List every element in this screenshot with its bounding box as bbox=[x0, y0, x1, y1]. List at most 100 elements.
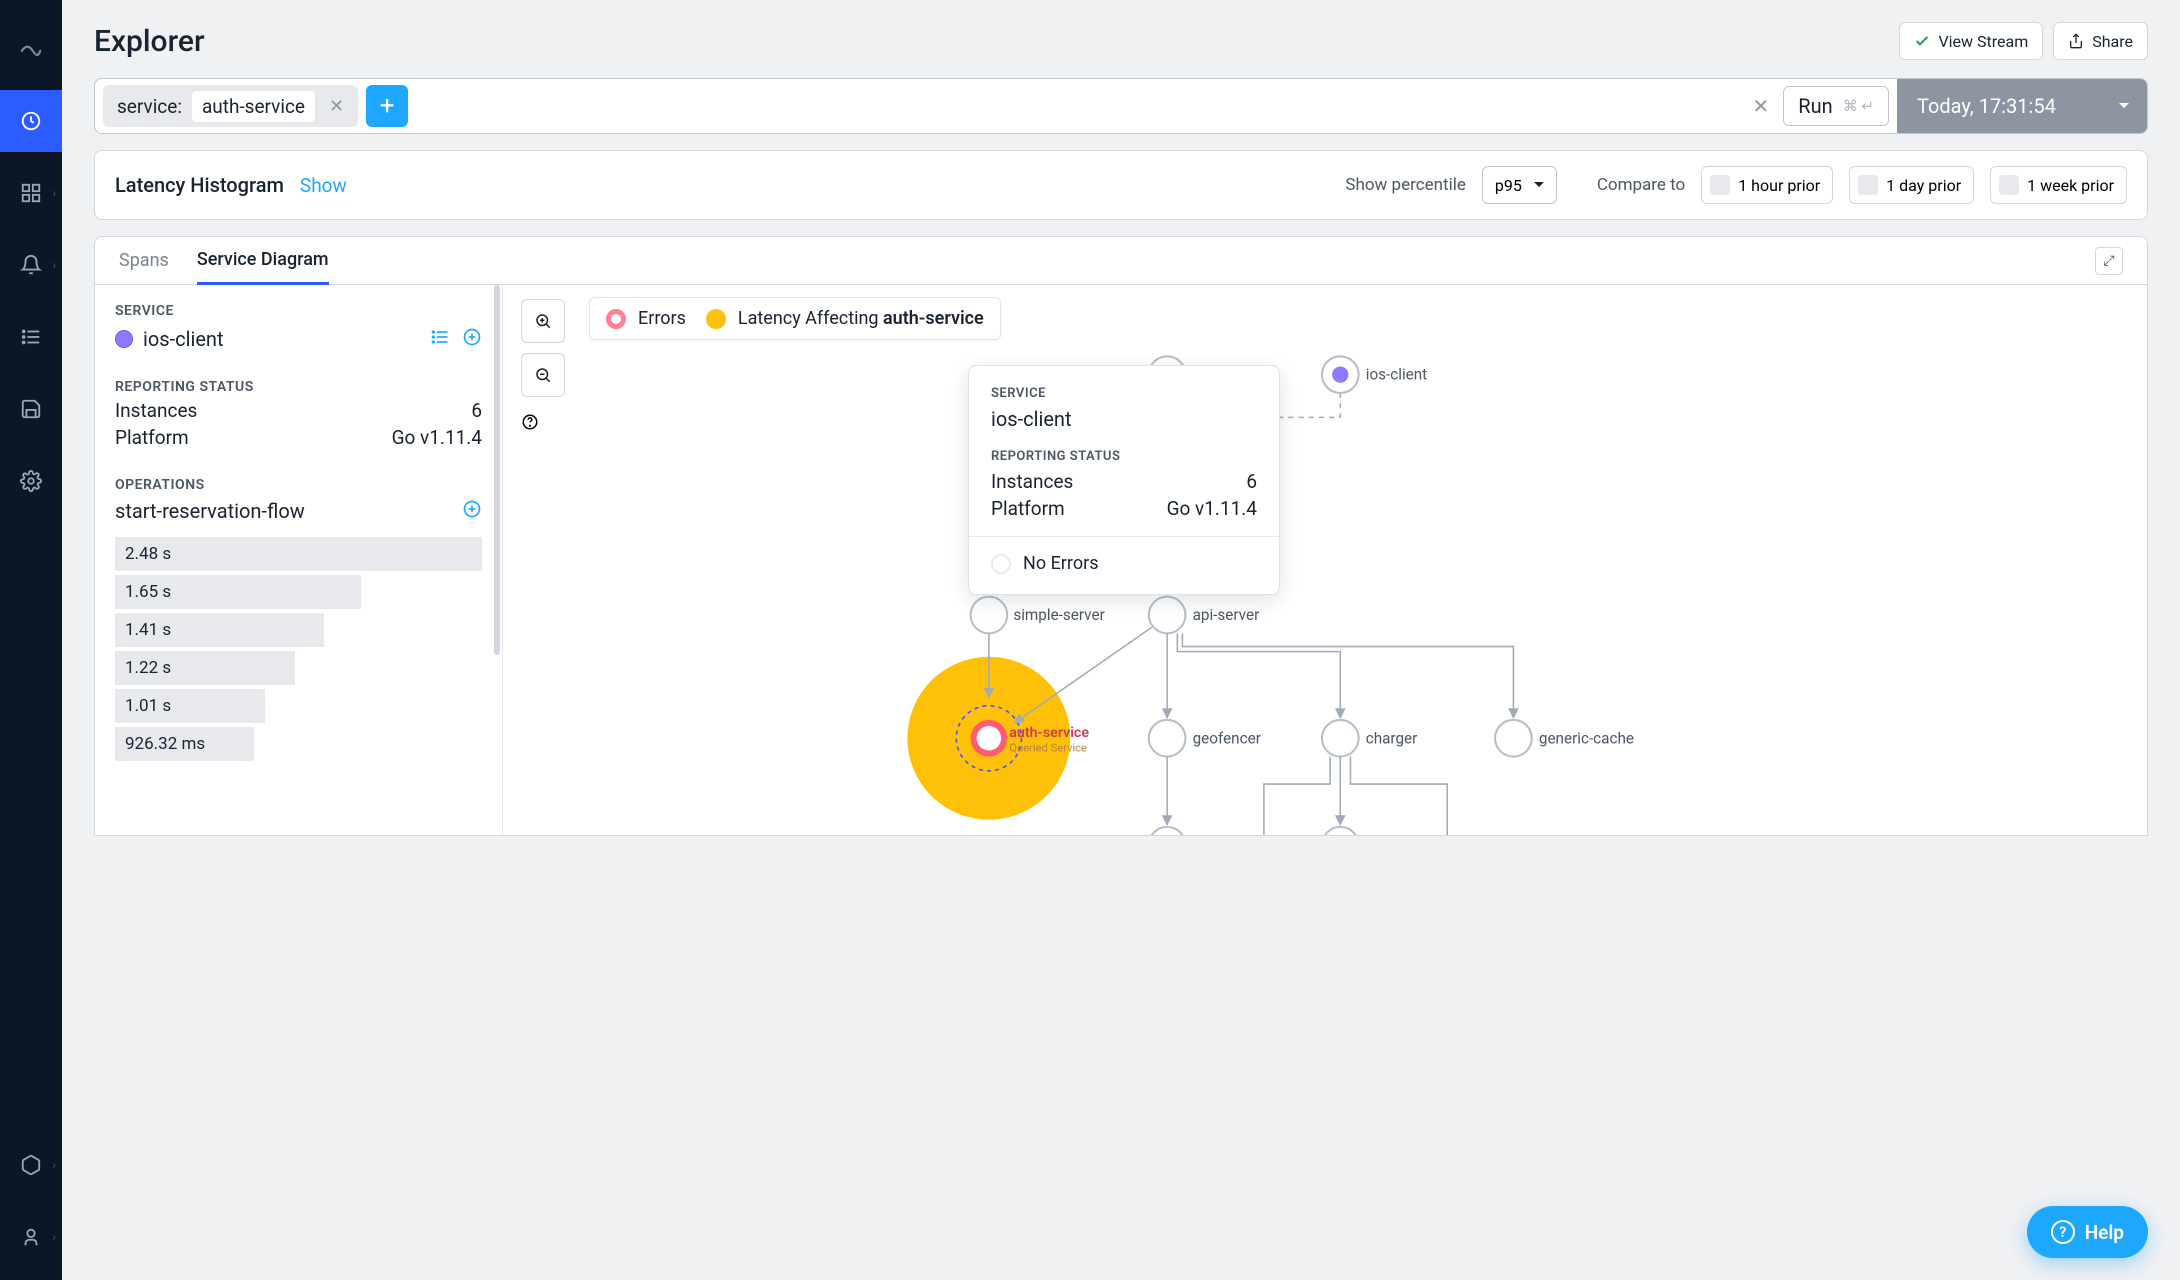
run-label: Run bbox=[1798, 94, 1832, 118]
diagram-help-button[interactable] bbox=[521, 413, 539, 435]
operations-label: OPERATIONS bbox=[115, 477, 482, 493]
page-title: Explorer bbox=[94, 24, 205, 59]
svg-text:geofencer: geofencer bbox=[1193, 729, 1261, 747]
tab-spans[interactable]: Spans bbox=[119, 237, 169, 285]
svg-text:simple-server: simple-server bbox=[1013, 606, 1104, 624]
nav-settings[interactable] bbox=[0, 450, 62, 512]
nav-user[interactable] bbox=[0, 1206, 62, 1268]
compare-1d[interactable]: 1 day prior bbox=[1849, 166, 1974, 204]
latency-bar[interactable]: 1.65 s bbox=[115, 575, 361, 609]
legend-errors: Errors bbox=[638, 308, 686, 329]
time-range-value: Today, 17:31:54 bbox=[1917, 94, 2056, 118]
svg-text:charger: charger bbox=[1366, 729, 1418, 747]
latency-bar[interactable]: 926.32 ms bbox=[115, 727, 254, 761]
nav-explorer[interactable] bbox=[0, 90, 62, 152]
checkbox bbox=[1999, 175, 2019, 195]
time-range-picker[interactable]: Today, 17:31:54 bbox=[1897, 78, 2147, 134]
compare-label: Compare to bbox=[1597, 175, 1685, 195]
nav-alerts[interactable] bbox=[0, 234, 62, 296]
help-icon: ? bbox=[2051, 1220, 2075, 1244]
node-tooltip: SERVICE ios-client REPORTING STATUS Inst… bbox=[968, 365, 1280, 595]
svg-text:generic-cache: generic-cache bbox=[1539, 729, 1634, 747]
operation-name: start-reservation-flow bbox=[115, 499, 305, 523]
zoom-out-button[interactable] bbox=[521, 353, 565, 397]
view-stream-button[interactable]: View Stream bbox=[1899, 22, 2043, 60]
latency-bar[interactable]: 1.01 s bbox=[115, 689, 265, 723]
view-stream-label: View Stream bbox=[1938, 32, 2028, 51]
help-label: Help bbox=[2085, 1221, 2124, 1244]
nav-save[interactable] bbox=[0, 378, 62, 440]
share-label: Share bbox=[2092, 32, 2133, 51]
diagram-legend: Errors Latency Affecting auth-service bbox=[589, 297, 1001, 340]
platform-label: Platform bbox=[115, 426, 189, 449]
instances-value: 6 bbox=[471, 399, 482, 422]
chevron-down-icon bbox=[1534, 182, 1544, 192]
platform-value: Go v1.11.4 bbox=[392, 426, 482, 449]
percentile-label: Show percentile bbox=[1345, 175, 1465, 195]
compare-1d-label: 1 day prior bbox=[1886, 176, 1961, 195]
legend-latency: Latency Affecting auth-service bbox=[738, 308, 984, 329]
tooltip-platform-label: Platform bbox=[991, 497, 1065, 520]
list-view-icon[interactable] bbox=[430, 327, 450, 351]
svg-text:ios-client: ios-client bbox=[1366, 366, 1427, 384]
chip-remove-icon[interactable]: ✕ bbox=[325, 96, 348, 117]
svg-text:api-server: api-server bbox=[1193, 606, 1260, 624]
compare-1h[interactable]: 1 hour prior bbox=[1701, 166, 1833, 204]
tabs: Spans Service Diagram ⤢ bbox=[95, 237, 2147, 285]
latency-bar[interactable]: 2.48 s bbox=[115, 537, 482, 571]
run-shortcut: ⌘ ↵ bbox=[1843, 97, 1874, 115]
tooltip-platform-value: Go v1.11.4 bbox=[1167, 497, 1257, 520]
latency-bar[interactable]: 1.41 s bbox=[115, 613, 324, 647]
clear-search-icon[interactable]: ✕ bbox=[1739, 94, 1784, 118]
sidebar-nav bbox=[0, 0, 62, 1280]
chip-value: auth-service bbox=[192, 91, 315, 122]
add-filter-button[interactable]: + bbox=[366, 85, 408, 127]
compare-1w[interactable]: 1 week prior bbox=[1990, 166, 2127, 204]
tooltip-no-errors: No Errors bbox=[1023, 553, 1098, 574]
errors-icon bbox=[606, 309, 626, 329]
svg-text:Queried Service: Queried Service bbox=[1009, 741, 1087, 754]
tooltip-service-label: SERVICE bbox=[991, 386, 1257, 401]
checkbox bbox=[1858, 175, 1878, 195]
help-button[interactable]: ? Help bbox=[2027, 1206, 2148, 1258]
service-name: ios-client bbox=[143, 327, 224, 351]
latency-bars: 2.48 s 1.65 s 1.41 s 1.22 s 1.01 s 926.32 ms bbox=[115, 537, 482, 761]
chip-key: service: bbox=[117, 95, 182, 118]
latency-bar[interactable]: 1.22 s bbox=[115, 651, 295, 685]
latency-icon bbox=[706, 309, 726, 329]
tooltip-service-name: ios-client bbox=[991, 407, 1257, 431]
service-inspector: SERVICE ios-client REPORTING STATUS bbox=[95, 285, 503, 835]
nav-dashboards[interactable] bbox=[0, 162, 62, 224]
filter-chip-service[interactable]: service: auth-service ✕ bbox=[103, 85, 358, 127]
share-button[interactable]: Share bbox=[2053, 22, 2148, 60]
compare-1w-label: 1 week prior bbox=[2027, 176, 2114, 195]
tooltip-reporting-label: REPORTING STATUS bbox=[991, 449, 1257, 464]
collapse-button[interactable]: ⤢ bbox=[2095, 247, 2123, 275]
instances-label: Instances bbox=[115, 399, 197, 422]
no-errors-icon bbox=[991, 554, 1011, 574]
run-button[interactable]: Run ⌘ ↵ bbox=[1783, 86, 1889, 126]
zoom-in-button[interactable] bbox=[521, 299, 565, 343]
latency-show-link[interactable]: Show bbox=[300, 174, 347, 197]
compare-1h-label: 1 hour prior bbox=[1738, 176, 1820, 195]
tab-service-diagram[interactable]: Service Diagram bbox=[197, 237, 329, 285]
add-icon[interactable] bbox=[462, 327, 482, 351]
app-logo bbox=[0, 18, 62, 80]
tooltip-instances-value: 6 bbox=[1246, 470, 1257, 493]
search-bar[interactable]: service: auth-service ✕ + ✕ Run ⌘ ↵ Toda… bbox=[94, 78, 2148, 134]
latency-title: Latency Histogram bbox=[115, 173, 284, 197]
svg-text:auth-service: auth-service bbox=[1009, 725, 1089, 741]
nav-project[interactable] bbox=[0, 1134, 62, 1196]
service-label: SERVICE bbox=[115, 303, 482, 319]
reporting-label: REPORTING STATUS bbox=[115, 379, 482, 395]
main-panel: Spans Service Diagram ⤢ SERVICE ios-clie… bbox=[94, 236, 2148, 836]
add-operation-icon[interactable] bbox=[462, 499, 482, 523]
percentile-value: p95 bbox=[1495, 176, 1522, 195]
nav-list[interactable] bbox=[0, 306, 62, 368]
tooltip-instances-label: Instances bbox=[991, 470, 1073, 493]
percentile-select[interactable]: p95 bbox=[1482, 166, 1557, 204]
latency-histogram-panel: Latency Histogram Show Show percentile p… bbox=[94, 150, 2148, 220]
service-diagram-canvas[interactable]: Errors Latency Affecting auth-service au… bbox=[503, 285, 2147, 835]
service-color-dot bbox=[115, 330, 133, 348]
checkbox bbox=[1710, 175, 1730, 195]
